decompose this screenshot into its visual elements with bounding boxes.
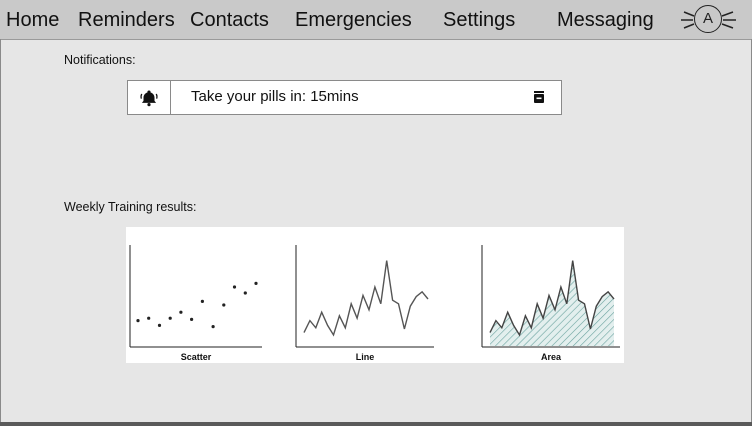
- frame-border-left: [0, 39, 1, 422]
- line-chart-label: Line: [356, 352, 375, 362]
- area-chart-label: Area: [541, 352, 562, 362]
- scatter-point: [232, 285, 237, 289]
- nav-emergencies[interactable]: Emergencies: [295, 8, 412, 32]
- nav-settings[interactable]: Settings: [443, 8, 515, 32]
- notifications-heading: Notifications:: [64, 53, 136, 67]
- notification-text: Take your pills in: 15mins: [191, 88, 359, 105]
- training-charts-panel: Scatter Line Area: [126, 227, 624, 363]
- nav-reminders[interactable]: Reminders: [78, 8, 175, 32]
- delete-icon[interactable]: [532, 89, 546, 105]
- scatter-point: [179, 310, 183, 314]
- scatter-point: [147, 316, 151, 320]
- bottom-border: [0, 422, 752, 426]
- scatter-point: [190, 317, 194, 321]
- scatter-point: [157, 323, 162, 327]
- scatter-point: [211, 325, 215, 329]
- top-navigation-bar: Home Reminders Contacts Emergencies Sett…: [0, 0, 752, 40]
- scatter-chart-label: Scatter: [181, 352, 212, 362]
- nav-home[interactable]: Home: [6, 8, 59, 32]
- scatter-point: [243, 291, 247, 295]
- notification-icon-cell: [128, 81, 171, 114]
- bell-icon: [140, 90, 158, 107]
- profile-avatar-button[interactable]: A: [680, 4, 738, 36]
- training-charts: Scatter Line Area: [129, 245, 620, 362]
- nav-contacts[interactable]: Contacts: [190, 8, 269, 32]
- scatter-point: [168, 316, 172, 320]
- scatter-point: [136, 319, 140, 323]
- training-heading: Weekly Training results:: [64, 200, 197, 214]
- notification-item[interactable]: Take your pills in: 15mins: [127, 80, 562, 115]
- scatter-point: [254, 281, 258, 285]
- scatter-point: [222, 303, 226, 307]
- line-series: [303, 260, 429, 337]
- avatar: A: [694, 5, 722, 33]
- nav-messaging[interactable]: Messaging: [557, 8, 654, 32]
- scatter-point: [200, 299, 204, 303]
